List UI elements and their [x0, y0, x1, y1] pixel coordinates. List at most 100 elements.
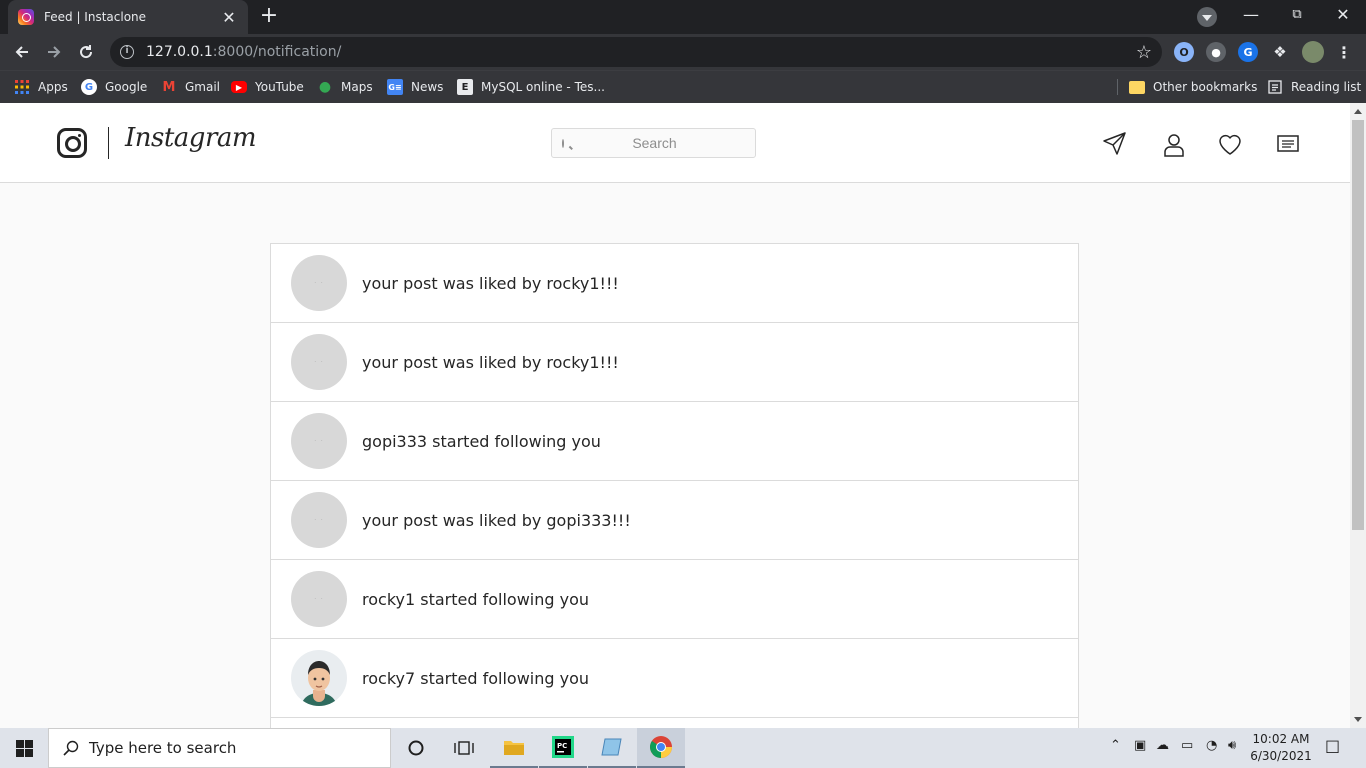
- bookmarks-bar: Apps G Google M Gmail ▶ YouTube ● Maps G…: [0, 70, 1366, 103]
- avatar-placeholder: · ·: [291, 492, 347, 548]
- avatar-cartoon-man: [291, 650, 347, 706]
- scroll-up-icon[interactable]: [1354, 109, 1362, 114]
- browser-toolbar: i 127.0.0.1:8000/notification/ ☆ O ● G ❖…: [0, 34, 1366, 70]
- notification-item[interactable]: · · rocky1 started following you: [271, 560, 1078, 639]
- avatar-placeholder: · ·: [291, 334, 347, 390]
- instagram-camera-icon[interactable]: [57, 128, 87, 158]
- extensions-puzzle-icon[interactable]: ❖: [1270, 42, 1290, 62]
- folder-icon: [1129, 80, 1145, 94]
- windows-start-icon[interactable]: [0, 728, 48, 768]
- direct-message-icon[interactable]: [1101, 130, 1129, 158]
- notification-text: your post was liked by gopi333!!!: [362, 510, 631, 530]
- window-close-icon[interactable]: ✕: [1320, 0, 1366, 30]
- search-icon: [562, 138, 564, 148]
- tab-search-icon[interactable]: [1197, 7, 1217, 27]
- browser-tab-strip: Feed | Instaclone ✕ + — ⧉ ✕: [0, 0, 1366, 34]
- page-scrollbar[interactable]: [1350, 103, 1366, 728]
- youtube-icon: ▶: [231, 81, 247, 93]
- volume-icon[interactable]: 🔊︎: [1228, 738, 1236, 753]
- notification-text: your post was liked by rocky1!!!: [362, 352, 619, 372]
- search-box[interactable]: [551, 128, 756, 158]
- notification-text: rocky7 started following you: [362, 668, 590, 688]
- news-icon: G≡: [387, 79, 403, 95]
- cortana-icon[interactable]: [392, 728, 440, 768]
- notification-item[interactable]: · · gopi333 started following you: [271, 402, 1078, 481]
- bookmark-apps[interactable]: Apps: [14, 77, 68, 97]
- battery-icon[interactable]: ▭: [1181, 738, 1193, 753]
- bookmark-mysql[interactable]: E MySQL online - Tes...: [457, 77, 605, 97]
- browser-tab[interactable]: Feed | Instaclone ✕: [8, 0, 248, 34]
- tab-close-icon[interactable]: ✕: [220, 8, 238, 27]
- tray-expand-icon[interactable]: ⌃: [1110, 738, 1121, 753]
- pycharm-icon[interactable]: PC: [539, 728, 587, 768]
- new-tab-button[interactable]: +: [256, 4, 282, 30]
- feed-list-icon[interactable]: [1274, 130, 1302, 158]
- action-center-icon[interactable]: □: [1325, 736, 1340, 755]
- notification-item[interactable]: · · your post was liked by gopi333!!!: [271, 481, 1078, 560]
- avatar-placeholder: · ·: [291, 255, 347, 311]
- system-clock[interactable]: 10:02 AM 6/30/2021: [1248, 731, 1314, 765]
- notepad-app-icon[interactable]: [588, 728, 636, 768]
- profile-avatar[interactable]: [1302, 41, 1324, 63]
- menu-dots-icon[interactable]: ⋮: [1334, 42, 1354, 62]
- reload-icon[interactable]: [72, 38, 100, 66]
- taskbar-search[interactable]: Type here to search: [48, 728, 391, 768]
- notification-list: · · your post was liked by rocky1!!! · ·…: [270, 243, 1079, 728]
- task-view-icon[interactable]: [440, 728, 488, 768]
- bookmark-gmail[interactable]: M Gmail: [161, 77, 220, 97]
- e-icon: E: [457, 79, 473, 95]
- heart-icon[interactable]: [1216, 130, 1244, 158]
- search-input[interactable]: [564, 135, 745, 151]
- bookmark-news[interactable]: G≡ News: [387, 77, 443, 97]
- notification-text: rocky1 started following you: [362, 589, 590, 609]
- profile-icon[interactable]: [1160, 130, 1188, 158]
- apps-grid-icon: [14, 79, 30, 95]
- clock-date: 6/30/2021: [1250, 749, 1312, 763]
- back-icon[interactable]: [8, 38, 36, 66]
- file-explorer-icon[interactable]: [490, 728, 538, 768]
- maps-icon: ●: [318, 79, 332, 95]
- avatar-placeholder: · ·: [291, 571, 347, 627]
- instagram-navbar: Instagram: [0, 103, 1350, 183]
- scroll-down-icon[interactable]: [1354, 717, 1362, 722]
- address-bar[interactable]: i 127.0.0.1:8000/notification/ ☆: [110, 37, 1162, 67]
- onedrive-icon[interactable]: ☁: [1156, 738, 1169, 753]
- bookmark-maps[interactable]: ● Maps: [317, 77, 373, 97]
- avatar-placeholder: · ·: [291, 413, 347, 469]
- other-bookmarks[interactable]: Other bookmarks: [1129, 77, 1257, 97]
- google-icon: G: [81, 79, 97, 95]
- url-text: 127.0.0.1:8000/notification/: [146, 44, 342, 60]
- notification-item-partial[interactable]: [271, 718, 1078, 728]
- reading-list[interactable]: Reading list: [1267, 77, 1361, 97]
- bookmark-google[interactable]: G Google: [81, 77, 147, 97]
- reading-list-icon: [1267, 79, 1283, 95]
- svg-text:PC: PC: [557, 742, 567, 750]
- extension-o-icon[interactable]: O: [1174, 42, 1194, 62]
- grammarly-icon[interactable]: G: [1238, 42, 1258, 62]
- bookmark-star-icon[interactable]: ☆: [1136, 42, 1152, 63]
- logo-divider: [108, 127, 109, 159]
- windows-taskbar: Type here to search PC ⌃ ▣ ☁ ▭ ◔ 🔊︎ 10:0…: [0, 728, 1366, 768]
- extension-people-icon[interactable]: ●: [1206, 42, 1226, 62]
- instagram-wordmark[interactable]: Instagram: [125, 123, 257, 153]
- forward-icon[interactable]: [40, 38, 68, 66]
- meet-now-icon[interactable]: ▣: [1134, 738, 1146, 753]
- minimize-icon[interactable]: —: [1228, 0, 1274, 30]
- scroll-thumb[interactable]: [1352, 120, 1364, 530]
- tab-title: Feed | Instaclone: [44, 10, 147, 24]
- restore-icon[interactable]: ⧉: [1274, 0, 1320, 30]
- taskbar-search-icon: [63, 740, 79, 756]
- bookmark-youtube[interactable]: ▶ YouTube: [231, 77, 304, 97]
- notification-item[interactable]: rocky7 started following you: [271, 639, 1078, 718]
- notification-item[interactable]: · · your post was liked by rocky1!!!: [271, 323, 1078, 402]
- site-info-icon[interactable]: i: [120, 45, 134, 59]
- wifi-icon[interactable]: ◔: [1206, 738, 1217, 753]
- gmail-icon: M: [162, 79, 176, 95]
- notification-text: your post was liked by rocky1!!!: [362, 273, 619, 293]
- notification-text: gopi333 started following you: [362, 431, 601, 451]
- notification-item[interactable]: · · your post was liked by rocky1!!!: [271, 244, 1078, 323]
- clock-time: 10:02 AM: [1252, 732, 1310, 746]
- chrome-taskbar-icon[interactable]: [637, 728, 685, 768]
- bookmarks-divider: [1117, 79, 1118, 95]
- page-viewport: Instagram · · your post was liked by roc…: [0, 103, 1350, 728]
